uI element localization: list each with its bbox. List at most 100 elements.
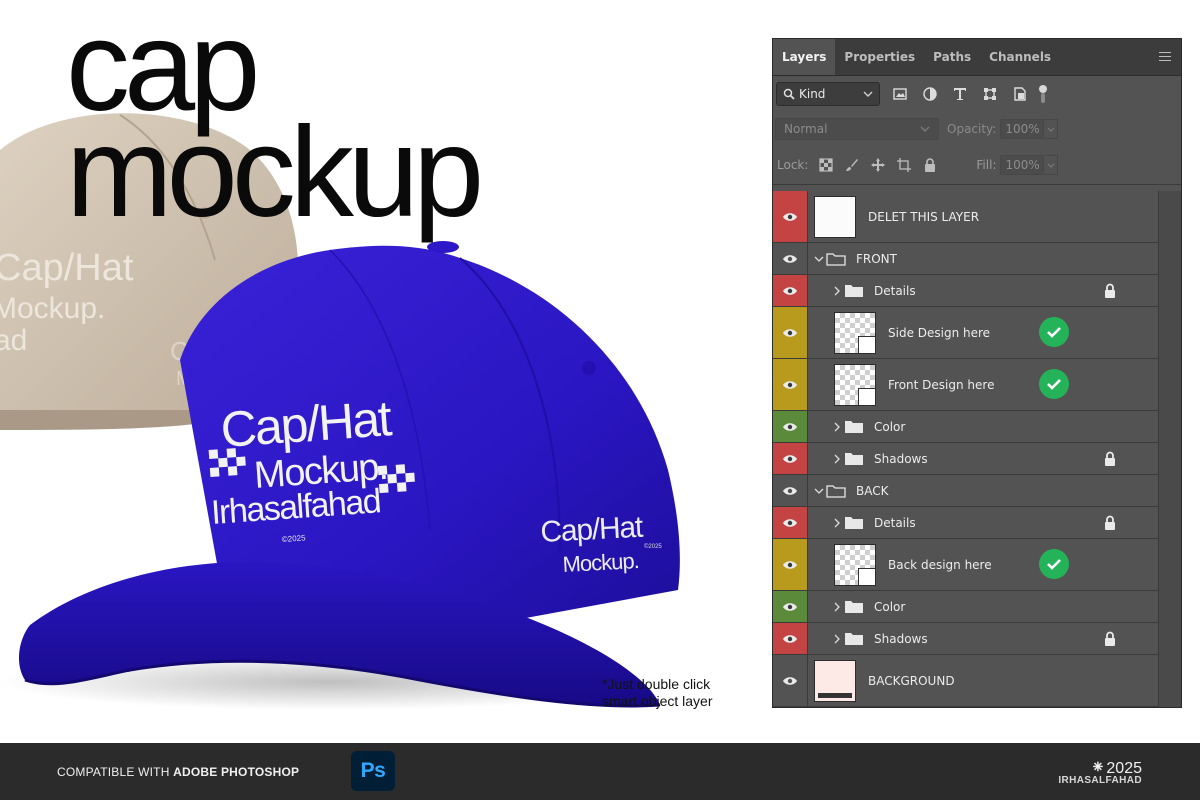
- folder-icon: [826, 484, 846, 498]
- eye-icon: [783, 676, 797, 685]
- smart-object-thumbnail: [834, 363, 876, 406]
- shape-filter-icon[interactable]: [980, 84, 1000, 104]
- tab-layers[interactable]: Layers: [773, 39, 836, 75]
- visibility-toggle[interactable]: [773, 655, 808, 706]
- layer-group-row[interactable]: Color: [773, 411, 1159, 443]
- eye-icon: [783, 380, 797, 389]
- tab-properties[interactable]: Properties: [835, 39, 924, 75]
- chevron-right-icon[interactable]: [830, 600, 844, 614]
- layer-group-row[interactable]: Shadows: [773, 623, 1159, 655]
- layer-name: Details: [874, 515, 916, 530]
- smart-object-filter-icon[interactable]: [1010, 84, 1030, 104]
- visibility-toggle[interactable]: [773, 475, 808, 506]
- layers-list: DELET THIS LAYER FRONT Details Side Desi…: [773, 191, 1159, 707]
- chevron-down-icon: [863, 91, 873, 97]
- chevron-down-icon: [920, 126, 930, 132]
- chevron-right-icon[interactable]: [830, 516, 844, 530]
- chevron-right-icon[interactable]: [830, 452, 844, 466]
- visibility-toggle[interactable]: [773, 191, 808, 242]
- compatibility-prefix: COMPATIBLE WITH: [57, 765, 170, 779]
- eye-icon: [783, 286, 797, 295]
- visibility-toggle[interactable]: [773, 623, 808, 654]
- layer-group-row[interactable]: BACK: [773, 475, 1159, 507]
- adjustment-filter-icon[interactable]: [920, 84, 940, 104]
- layer-row[interactable]: BACKGROUND: [773, 655, 1159, 707]
- visibility-toggle[interactable]: [773, 411, 808, 442]
- chevron-down-icon[interactable]: [812, 252, 826, 266]
- chevron-down-icon: [1047, 163, 1055, 168]
- opacity-field[interactable]: 100%: [1000, 119, 1045, 139]
- layer-row[interactable]: Back design here: [773, 539, 1159, 591]
- usage-note-line2: smart object layer: [602, 693, 713, 709]
- lock-brush-icon[interactable]: [844, 157, 860, 173]
- visibility-toggle[interactable]: [773, 443, 808, 474]
- image-filter-icon[interactable]: [890, 84, 910, 104]
- usage-note: *Just double click smart object layer: [602, 676, 712, 710]
- kind-filter-select[interactable]: Kind: [776, 82, 880, 106]
- lock-artboard-icon[interactable]: [896, 157, 912, 173]
- side-print-line2: Mockup.: [562, 548, 639, 577]
- layer-row[interactable]: DELET THIS LAYER: [773, 191, 1159, 243]
- chevron-right-icon[interactable]: [830, 284, 844, 298]
- lock-icon: [1105, 451, 1115, 466]
- eye-icon: [783, 328, 797, 337]
- side-print-small: ©2025: [644, 543, 662, 550]
- blend-mode-value: Normal: [784, 122, 828, 136]
- layer-name: DELET THIS LAYER: [868, 209, 980, 224]
- layer-group-row[interactable]: Shadows: [773, 443, 1159, 475]
- lock-icon: [1105, 515, 1115, 530]
- front-cap-print-small: ©2025: [282, 533, 307, 544]
- back-cap-text3: ad: [0, 324, 27, 357]
- compatibility-product: ADOBE PHOTOSHOP: [173, 765, 300, 779]
- layer-name: Details: [874, 283, 916, 298]
- chevron-down-icon[interactable]: [812, 484, 826, 498]
- panel-menu-icon[interactable]: [1159, 52, 1171, 61]
- folder-icon: [845, 420, 863, 433]
- search-icon: [783, 88, 795, 100]
- asterisk-icon: ⁕: [1090, 757, 1106, 777]
- visibility-toggle[interactable]: [773, 539, 808, 590]
- visibility-toggle[interactable]: [773, 359, 808, 410]
- opacity-label: Opacity:: [947, 122, 997, 136]
- visibility-toggle[interactable]: [773, 307, 808, 358]
- type-filter-icon[interactable]: [950, 84, 970, 104]
- lock-all-icon[interactable]: [922, 157, 938, 173]
- hero-title: cap mockup: [66, 2, 484, 245]
- layer-group-row[interactable]: Color: [773, 591, 1159, 623]
- layer-thumbnail: [814, 195, 856, 238]
- footer-bar: COMPATIBLE WITH ADOBE PHOTOSHOP Ps ⁕2025…: [0, 743, 1200, 800]
- tab-paths[interactable]: Paths: [924, 39, 980, 75]
- visibility-toggle[interactable]: [773, 591, 808, 622]
- layer-thumbnail: [814, 659, 856, 702]
- chevron-right-icon[interactable]: [830, 420, 844, 434]
- hero-title-line2: mockup: [66, 101, 484, 245]
- folder-icon: [845, 600, 863, 613]
- layer-row[interactable]: Front Design here: [773, 359, 1159, 411]
- layer-group-row[interactable]: Details: [773, 275, 1159, 307]
- visibility-toggle[interactable]: [773, 275, 808, 306]
- layer-name: FRONT: [856, 251, 897, 266]
- visibility-toggle[interactable]: [773, 507, 808, 538]
- eye-icon: [783, 602, 797, 611]
- photoshop-logo-text: Ps: [360, 759, 386, 782]
- visibility-toggle[interactable]: [773, 243, 808, 274]
- filter-toggle-icon[interactable]: [1038, 84, 1048, 104]
- lock-pixels-icon[interactable]: [818, 157, 834, 173]
- tab-channels[interactable]: Channels: [980, 39, 1060, 75]
- fill-dropdown[interactable]: [1044, 155, 1059, 175]
- layer-group-row[interactable]: FRONT: [773, 243, 1159, 275]
- lock-move-icon[interactable]: [870, 157, 886, 173]
- chevron-right-icon[interactable]: [830, 632, 844, 646]
- layer-row[interactable]: Side Design here: [773, 307, 1159, 359]
- blend-mode-select[interactable]: Normal: [775, 118, 939, 140]
- opacity-dropdown[interactable]: [1044, 119, 1059, 139]
- kind-filter-label: Kind: [799, 87, 826, 101]
- layer-name: Side Design here: [888, 325, 991, 340]
- fill-label: Fill:: [976, 158, 997, 172]
- panel-tabs: Layers Properties Paths Channels: [773, 39, 1181, 76]
- layers-scrollbar[interactable]: [1158, 191, 1181, 707]
- layer-group-row[interactable]: Details: [773, 507, 1159, 539]
- lock-label: Lock:: [777, 158, 809, 172]
- fill-field[interactable]: 100%: [1000, 155, 1045, 175]
- chevron-down-icon: [1047, 127, 1055, 132]
